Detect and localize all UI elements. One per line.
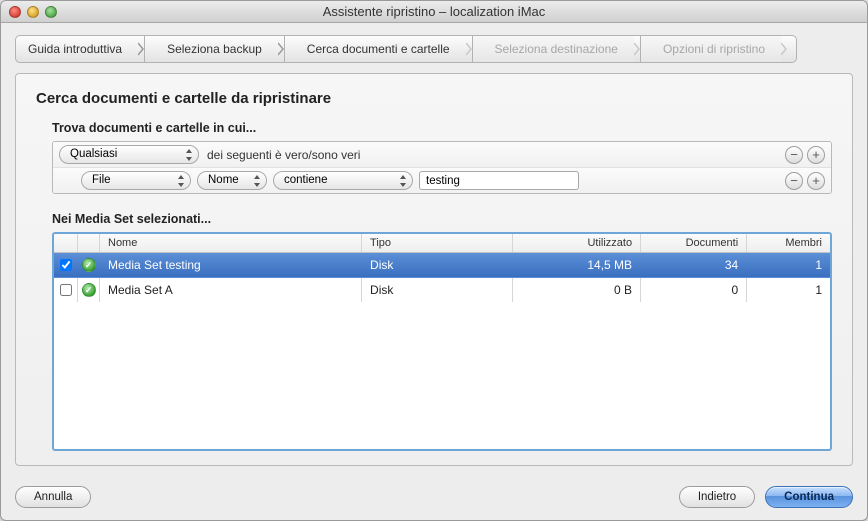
criteria-rule-row: File Nome contiene: [53, 168, 831, 193]
remove-rule-button[interactable]: −: [785, 172, 803, 190]
mediaset-table: Nome Tipo Utilizzato Documenti Membri Me…: [52, 232, 832, 451]
titlebar: Assistente ripristino – localization iMa…: [1, 1, 867, 23]
updown-icon: [177, 175, 185, 187]
crumb-label: Opzioni di ripristino: [663, 42, 765, 56]
crumb-restore-options: Opzioni di ripristino: [640, 35, 781, 63]
updown-icon: [185, 149, 193, 161]
remove-scope-button[interactable]: −: [785, 146, 803, 164]
row-used: 0 B: [513, 278, 641, 302]
breadcrumb: Guida introduttiva Seleziona backup Cerc…: [15, 35, 853, 63]
updown-icon: [399, 175, 407, 187]
rule-operator-select[interactable]: contiene: [273, 171, 413, 190]
row-type: Disk: [362, 278, 513, 302]
updown-icon: [253, 175, 261, 187]
criteria-scope-row: Qualsiasi dei seguenti è vero/sono veri …: [53, 142, 831, 168]
row-used: 14,5 MB: [513, 253, 641, 277]
col-docs[interactable]: Documenti: [641, 234, 747, 252]
crumb-guide[interactable]: Guida introduttiva: [15, 35, 138, 63]
table-row[interactable]: Media Set testing Disk 14,5 MB 34 1: [54, 253, 830, 278]
row-type: Disk: [362, 253, 513, 277]
table-body: Media Set testing Disk 14,5 MB 34 1 Medi…: [54, 253, 830, 449]
scope-suffix: dei seguenti è vero/sono veri: [207, 148, 360, 162]
rule-operator-value: contiene: [284, 173, 327, 188]
window: Assistente ripristino – localization iMa…: [0, 0, 868, 521]
row-checkbox[interactable]: [60, 259, 72, 271]
crumb-search-docs[interactable]: Cerca documenti e cartelle: [284, 35, 466, 63]
footer: Annulla Indietro Continua: [1, 476, 867, 520]
table-row[interactable]: Media Set A Disk 0 B 0 1: [54, 278, 830, 303]
rule-kind-select[interactable]: File: [81, 171, 191, 190]
scope-select-value: Qualsiasi: [70, 147, 117, 162]
main-panel: Cerca documenti e cartelle da ripristina…: [15, 73, 853, 466]
content: Guida introduttiva Seleziona backup Cerc…: [1, 23, 867, 476]
crumb-select-backup[interactable]: Seleziona backup: [144, 35, 278, 63]
col-name[interactable]: Nome: [100, 234, 362, 252]
row-docs: 0: [641, 278, 747, 302]
back-button[interactable]: Indietro: [679, 486, 755, 508]
row-members: 1: [747, 278, 830, 302]
status-ok-icon: [82, 283, 96, 297]
row-members: 1: [747, 253, 830, 277]
rule-kind-value: File: [92, 173, 111, 188]
cancel-button[interactable]: Annulla: [15, 486, 91, 508]
col-type[interactable]: Tipo: [362, 234, 513, 252]
rule-field-select[interactable]: Nome: [197, 171, 267, 190]
continue-button[interactable]: Continua: [765, 486, 853, 508]
criteria-label: Trova documenti e cartelle in cui...: [52, 121, 832, 135]
page-title: Cerca documenti e cartelle da ripristina…: [36, 90, 832, 107]
rule-field-value: Nome: [208, 173, 239, 188]
col-used[interactable]: Utilizzato: [513, 234, 641, 252]
window-title: Assistente ripristino – localization iMa…: [1, 4, 867, 19]
table-header: Nome Tipo Utilizzato Documenti Membri: [54, 234, 830, 253]
crumb-select-destination: Seleziona destinazione: [472, 35, 634, 63]
row-checkbox[interactable]: [60, 284, 72, 296]
row-name: Media Set A: [100, 278, 362, 302]
scope-select[interactable]: Qualsiasi: [59, 145, 199, 164]
crumb-label: Seleziona backup: [167, 42, 262, 56]
crumb-label: Seleziona destinazione: [495, 42, 618, 56]
row-name: Media Set testing: [100, 253, 362, 277]
add-scope-button[interactable]: +: [807, 146, 825, 164]
col-check[interactable]: [54, 234, 78, 252]
mediasets-label: Nei Media Set selezionati...: [52, 212, 832, 226]
col-status[interactable]: [78, 234, 100, 252]
breadcrumb-end: [787, 35, 797, 63]
status-ok-icon: [82, 258, 96, 272]
crumb-label: Cerca documenti e cartelle: [307, 42, 450, 56]
rule-value-input[interactable]: [419, 171, 579, 190]
row-docs: 34: [641, 253, 747, 277]
crumb-label: Guida introduttiva: [28, 42, 122, 56]
criteria-box: Qualsiasi dei seguenti è vero/sono veri …: [52, 141, 832, 194]
col-members[interactable]: Membri: [747, 234, 830, 252]
add-rule-button[interactable]: +: [807, 172, 825, 190]
